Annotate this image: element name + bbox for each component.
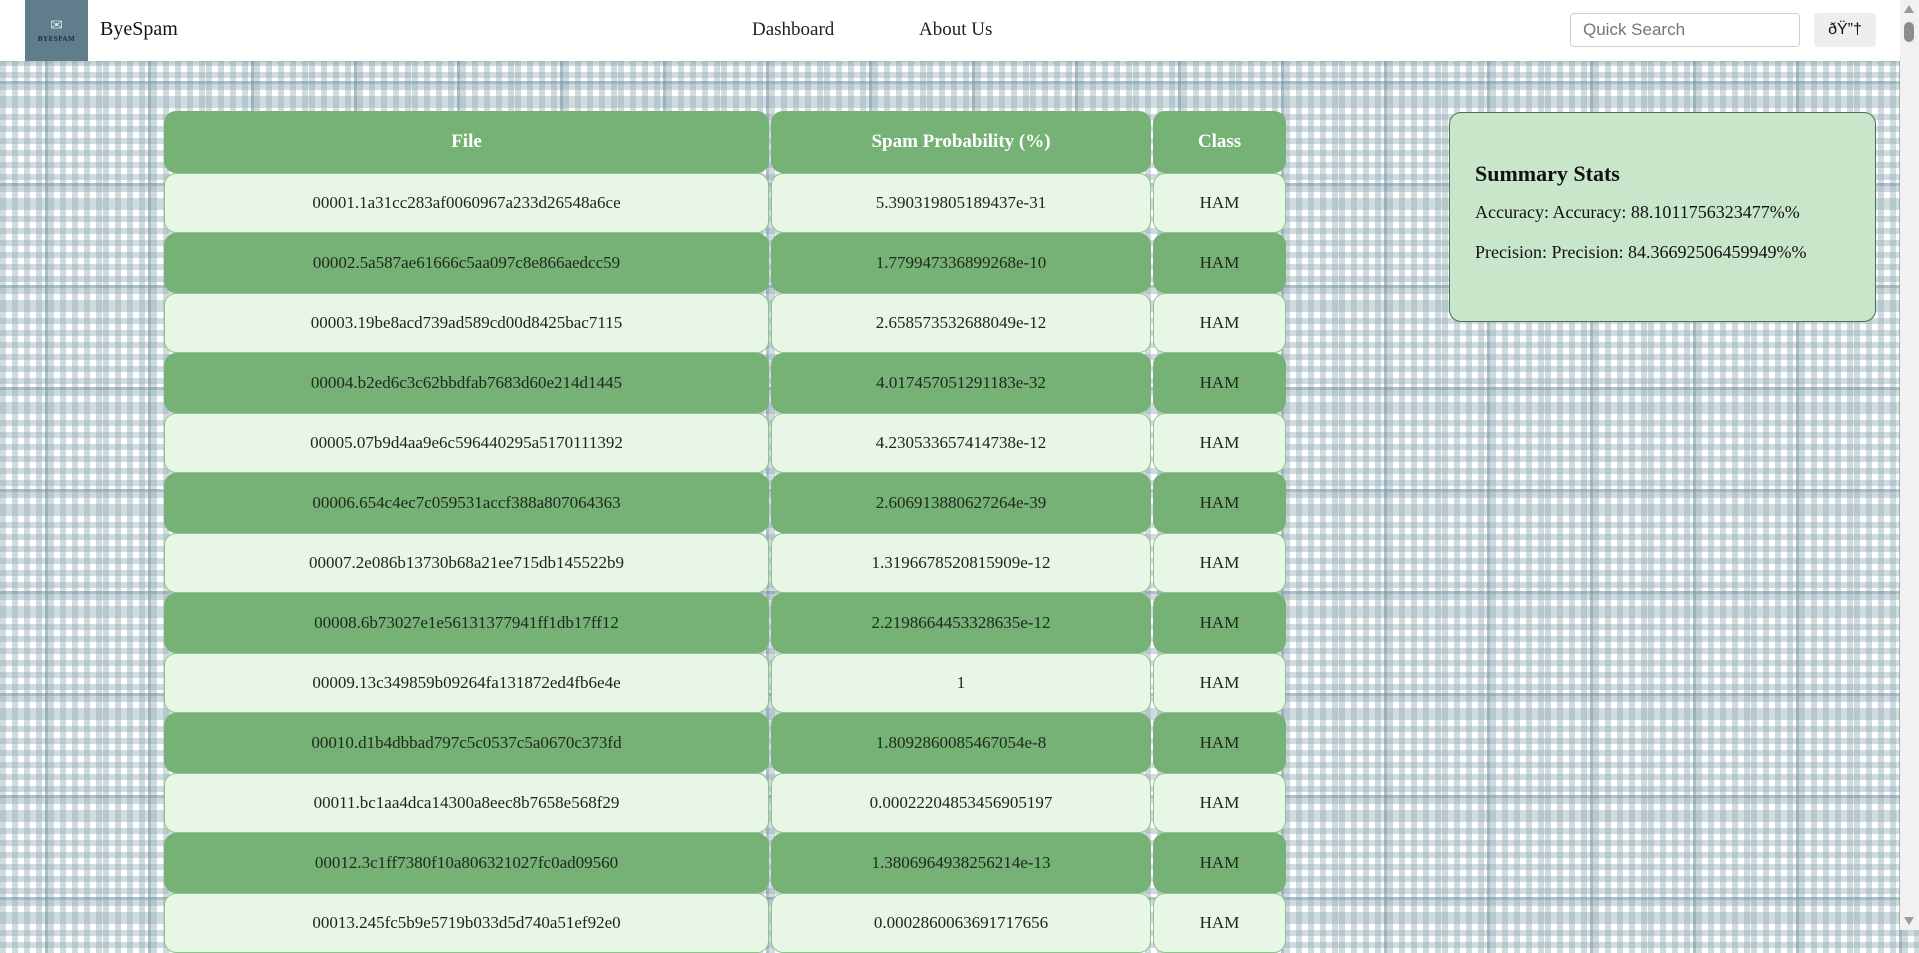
results-table: File Spam Probability (%) Class 00001.1a… [164, 111, 1286, 953]
logo-text: BYESPAM [37, 34, 76, 43]
file-cell: 00008.6b73027e1e56131377941ff1db17ff12 [164, 593, 769, 653]
summary-stats-card: Summary Stats Accuracy: Accuracy: 88.101… [1449, 112, 1876, 322]
file-cell: 00003.19be8acd739ad589cd00d8425bac7115 [164, 293, 769, 353]
table-header-row: File Spam Probability (%) Class [164, 111, 1286, 173]
column-header-spam-probability[interactable]: Spam Probability (%) [771, 111, 1151, 173]
logo[interactable]: ✉ BYESPAM [25, 0, 88, 61]
table-row[interactable]: 00005.07b9d4aa9e6c596440295a5170111392 4.… [164, 413, 1286, 473]
accuracy-stat: Accuracy: Accuracy: 88.1011756323477%% [1475, 202, 1800, 222]
table-body: 00001.1a31cc283af0060967a233d26548a6ce 5.… [164, 173, 1286, 953]
class-cell: HAM [1153, 833, 1286, 893]
spam-probability-cell: 1 [771, 653, 1151, 713]
scroll-up-arrow-icon[interactable] [1904, 5, 1914, 13]
spam-probability-cell: 1.779947336899268e-10 [771, 233, 1151, 293]
top-navbar: ✉ BYESPAM ByeSpam Dashboard About Us ðŸ”… [0, 0, 1900, 61]
table-row[interactable]: 00004.b2ed6c3c62bbdfab7683d60e214d1445 4.… [164, 353, 1286, 413]
class-cell: HAM [1153, 293, 1286, 353]
theme-toggle-button[interactable]: ðŸ”† [1814, 13, 1876, 47]
quick-search-input[interactable] [1570, 13, 1800, 47]
table-row[interactable]: 00012.3c1ff7380f10a806321027fc0ad09560 1.… [164, 833, 1286, 893]
file-cell: 00011.bc1aa4dca14300a8eec8b7658e568f29 [164, 773, 769, 833]
spam-probability-cell: 2.658573532688049e-12 [771, 293, 1151, 353]
scroll-down-arrow-icon[interactable] [1904, 917, 1914, 925]
summary-stats-title: Summary Stats [1475, 161, 1620, 186]
page-scrollbar[interactable] [1900, 0, 1919, 930]
spam-probability-cell: 2.2198664453328635e-12 [771, 593, 1151, 653]
file-cell: 00010.d1b4dbbad797c5c0537c5a0670c373fd [164, 713, 769, 773]
spam-probability-cell: 4.017457051291183e-32 [771, 353, 1151, 413]
table-row[interactable]: 00009.13c349859b09264fa131872ed4fb6e4e 1 H… [164, 653, 1286, 713]
file-cell: 00013.245fc5b9e5719b033d5d740a51ef92e0 [164, 893, 769, 953]
file-cell: 00005.07b9d4aa9e6c596440295a5170111392 [164, 413, 769, 473]
spam-probability-cell: 5.390319805189437e-31 [771, 173, 1151, 233]
file-cell: 00009.13c349859b09264fa131872ed4fb6e4e [164, 653, 769, 713]
class-cell: HAM [1153, 533, 1286, 593]
table-row[interactable]: 00011.bc1aa4dca14300a8eec8b7658e568f29 0.… [164, 773, 1286, 833]
file-cell: 00002.5a587ae61666c5aa097c8e866aedcc59 [164, 233, 769, 293]
class-cell: HAM [1153, 233, 1286, 293]
class-cell: HAM [1153, 653, 1286, 713]
table-row[interactable]: 00003.19be8acd739ad589cd00d8425bac7115 2.… [164, 293, 1286, 353]
spam-probability-cell: 4.230533657414738e-12 [771, 413, 1151, 473]
class-cell: HAM [1153, 773, 1286, 833]
class-cell: HAM [1153, 893, 1286, 953]
file-cell: 00007.2e086b13730b68a21ee715db145522b9 [164, 533, 769, 593]
spam-probability-cell: 1.3196678520815909e-12 [771, 533, 1151, 593]
file-cell: 00001.1a31cc283af0060967a233d26548a6ce [164, 173, 769, 233]
precision-stat: Precision: Precision: 84.36692506459949%… [1475, 242, 1807, 262]
table-row[interactable]: 00006.654c4ec7c059531accf388a807064363 2.… [164, 473, 1286, 533]
class-cell: HAM [1153, 473, 1286, 533]
column-header-file[interactable]: File [164, 111, 769, 173]
file-cell: 00004.b2ed6c3c62bbdfab7683d60e214d1445 [164, 353, 769, 413]
table-row[interactable]: 00001.1a31cc283af0060967a233d26548a6ce 5.… [164, 173, 1286, 233]
spam-probability-cell: 0.00022204853456905197 [771, 773, 1151, 833]
table-row[interactable]: 00002.5a587ae61666c5aa097c8e866aedcc59 1.… [164, 233, 1286, 293]
envelope-icon: ✉ [50, 17, 63, 34]
scroll-thumb[interactable] [1904, 22, 1914, 42]
class-cell: HAM [1153, 173, 1286, 233]
class-cell: HAM [1153, 413, 1286, 473]
nav-link-dashboard[interactable]: Dashboard [752, 19, 834, 41]
spam-probability-cell: 0.0002860063691717656 [771, 893, 1151, 953]
class-cell: HAM [1153, 713, 1286, 773]
table-row[interactable]: 00010.d1b4dbbad797c5c0537c5a0670c373fd 1.… [164, 713, 1286, 773]
table-row[interactable]: 00013.245fc5b9e5719b033d5d740a51ef92e0 0.… [164, 893, 1286, 953]
file-cell: 00012.3c1ff7380f10a806321027fc0ad09560 [164, 833, 769, 893]
spam-probability-cell: 1.3806964938256214e-13 [771, 833, 1151, 893]
spam-probability-cell: 1.8092860085467054e-8 [771, 713, 1151, 773]
table-row[interactable]: 00008.6b73027e1e56131377941ff1db17ff12 2.… [164, 593, 1286, 653]
class-cell: HAM [1153, 593, 1286, 653]
class-cell: HAM [1153, 353, 1286, 413]
table-row[interactable]: 00007.2e086b13730b68a21ee715db145522b9 1.… [164, 533, 1286, 593]
file-cell: 00006.654c4ec7c059531accf388a807064363 [164, 473, 769, 533]
column-header-class[interactable]: Class [1153, 111, 1286, 173]
spam-probability-cell: 2.606913880627264e-39 [771, 473, 1151, 533]
nav-link-about-us[interactable]: About Us [919, 19, 992, 41]
brand-name[interactable]: ByeSpam [100, 18, 178, 41]
